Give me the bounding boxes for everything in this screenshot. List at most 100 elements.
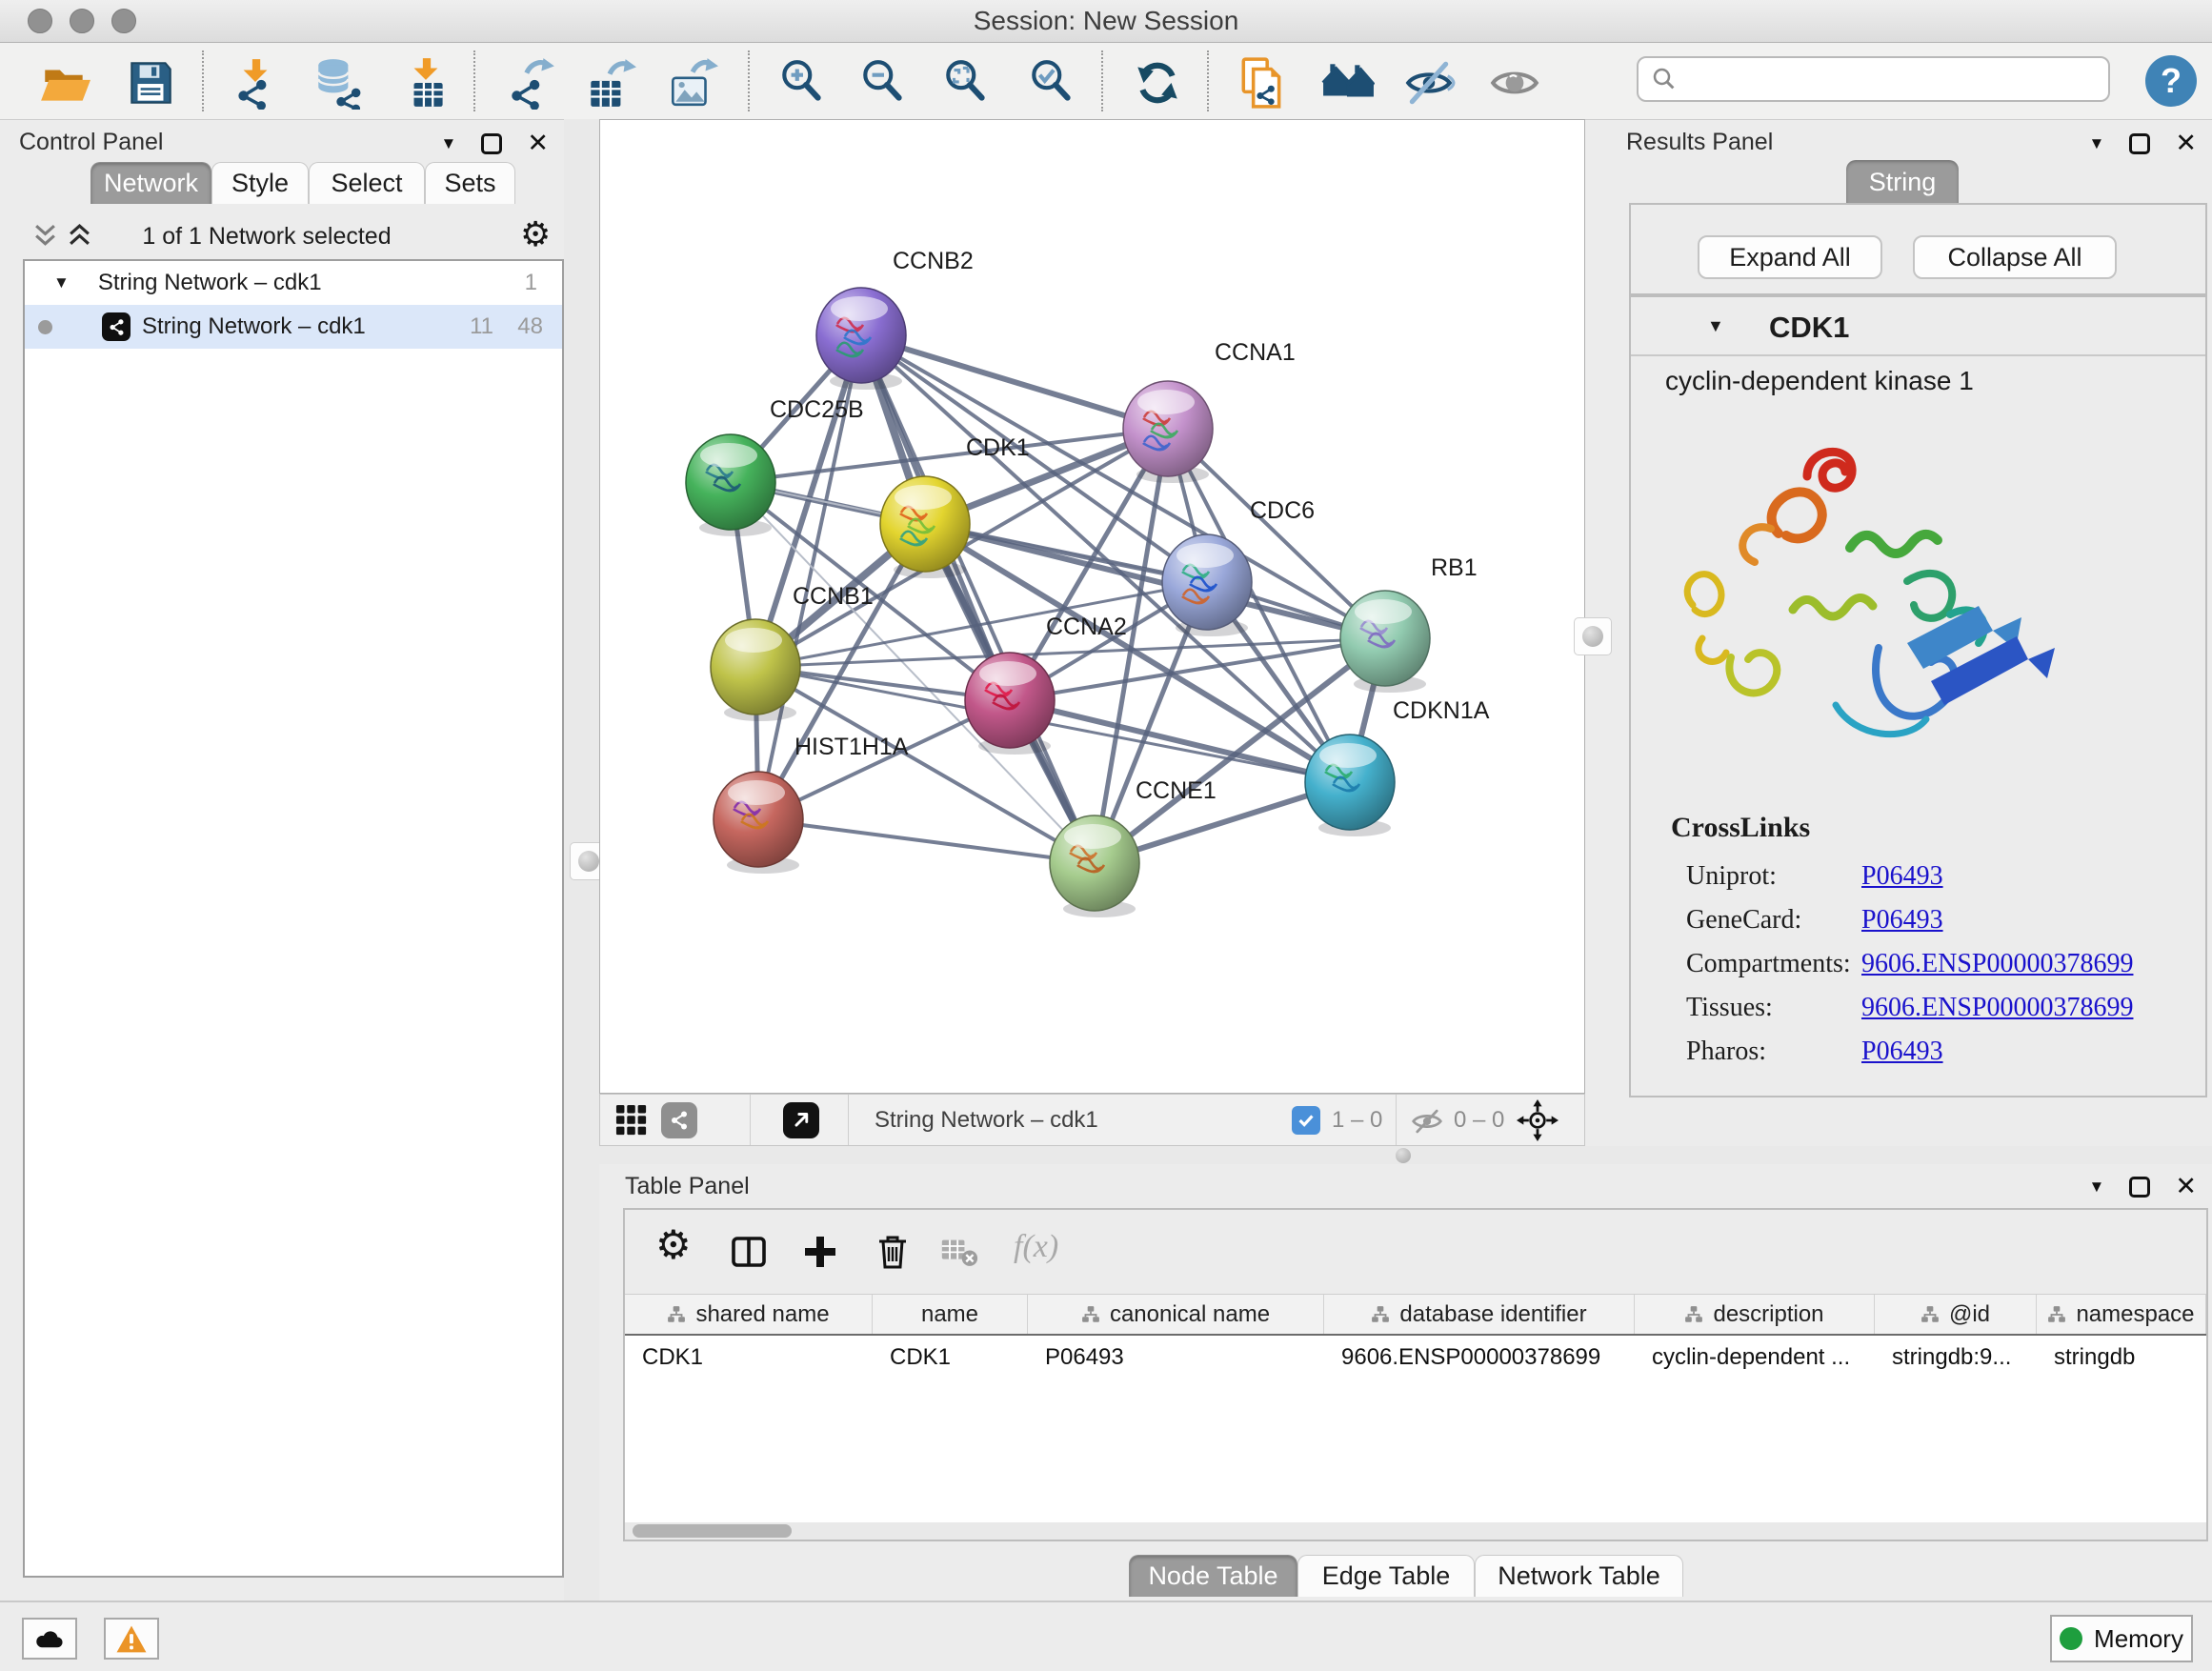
table-cell[interactable]: stringdb:9... [1875,1336,2037,1379]
crosslink-link[interactable]: P06493 [1861,861,1943,905]
panel-float-icon[interactable]: ▼ [441,135,457,151]
network-edge[interactable] [758,819,1095,863]
network-node-rb1[interactable]: RB1 [1340,554,1478,693]
table-header-shared-name[interactable]: shared name [625,1295,873,1334]
export-table-icon[interactable] [583,56,636,110]
panel-float-icon[interactable]: ▼ [2089,1178,2105,1195]
table-header-description[interactable]: description [1635,1295,1875,1334]
cloud-button[interactable] [22,1618,77,1660]
panel-maximize-icon[interactable] [481,133,502,154]
zoom-out-icon[interactable] [857,56,911,110]
protein-header-row[interactable]: ▼ CDK1 [1631,305,2205,356]
home-icon[interactable] [1321,56,1375,110]
zoom-selected-icon[interactable] [1026,56,1079,110]
hide-glasses-icon[interactable] [1402,56,1456,110]
network-node-cdkn1a[interactable]: CDKN1A [1305,697,1490,836]
zoom-fit-icon[interactable] [940,56,994,110]
crosslink-link[interactable]: 9606.ENSP00000378699 [1861,993,2133,1037]
panel-maximize-icon[interactable] [2129,1177,2150,1198]
panel-close-icon[interactable]: ✕ [2175,131,2197,156]
network-canvas[interactable]: CCNB2CCNA1CDC25BCDK1CDC6RB1CCNB1CCNA2CDK… [599,119,1585,1094]
table-cell[interactable]: P06493 [1028,1336,1324,1379]
save-session-icon[interactable] [124,56,177,110]
toolbar-separator [1101,50,1103,111]
import-network-database-icon[interactable] [312,56,365,110]
network-options-gear-icon[interactable]: ⚙ [520,218,551,252]
network-node-ccne1[interactable]: CCNE1 [1050,777,1217,917]
table-settings-gear-icon[interactable]: ⚙ [655,1225,697,1267]
panel-close-icon[interactable]: ✕ [2175,1174,2197,1199]
open-session-icon[interactable] [38,56,91,110]
show-eye-icon[interactable] [1488,56,1541,110]
expand-all-button[interactable]: Expand All [1698,235,1882,279]
search-input[interactable] [1686,65,2108,93]
tab-node-table[interactable]: Node Table [1129,1555,1297,1597]
network-selection-bar: 1 of 1 Network selected ⚙ [0,214,564,258]
table-row[interactable]: CDK1CDK1P064939606.ENSP00000378699cyclin… [625,1336,2206,1379]
toolbar-separator [748,50,750,111]
tab-edge-table[interactable]: Edge Table [1297,1555,1475,1597]
bottom-splitter-handle[interactable] [1396,1148,1411,1163]
protein-collapse-icon[interactable]: ▼ [1707,316,1724,336]
crosslink-link[interactable]: P06493 [1861,1037,1943,1080]
search-box[interactable] [1637,56,2110,102]
warning-button[interactable] [104,1618,159,1660]
fit-selected-crosshair-icon[interactable] [1517,1099,1558,1141]
crosslink-link[interactable]: P06493 [1861,905,1943,949]
network-collection-row[interactable]: ▼ String Network – cdk1 1 [25,261,562,305]
refresh-icon[interactable] [1131,56,1184,110]
help-icon[interactable]: ? [2145,55,2197,107]
export-network-icon[interactable] [505,56,558,110]
table-cell[interactable]: cyclin-dependent ... [1635,1336,1875,1379]
import-network-icon[interactable] [229,56,282,110]
crosslink-link[interactable]: 9606.ENSP00000378699 [1861,949,2133,993]
collection-expand-icon[interactable]: ▼ [53,273,70,292]
memory-button[interactable]: Memory [2050,1615,2193,1662]
create-column-icon[interactable] [799,1231,841,1273]
zoom-in-icon[interactable] [776,56,830,110]
table-panel-tabs: Node Table Edge Table Network Table [1129,1555,1683,1597]
right-splitter-handle[interactable] [1574,617,1612,655]
show-column-icon[interactable] [728,1231,770,1273]
network-view-share-icon[interactable] [661,1102,697,1138]
tab-network[interactable]: Network [90,162,211,204]
network-node-ccnb1[interactable]: CCNB1 [711,583,874,721]
hidden-eye-icon[interactable] [1408,1107,1446,1136]
panel-float-icon[interactable]: ▼ [2089,135,2105,151]
table-cell[interactable]: CDK1 [873,1336,1028,1379]
tab-select[interactable]: Select [309,162,425,204]
birds-eye-view-icon[interactable] [783,1102,819,1138]
table-cell[interactable]: 9606.ENSP00000378699 [1324,1336,1635,1379]
delete-column-icon[interactable] [872,1231,914,1273]
table-header-namespace[interactable]: namespace [2037,1295,2206,1334]
table-cell[interactable]: stringdb [2037,1336,2206,1379]
grid-view-icon[interactable] [615,1104,648,1137]
table-header-database-identifier[interactable]: database identifier [1324,1295,1635,1334]
table-header-name[interactable]: name [873,1295,1028,1334]
export-image-icon[interactable] [665,56,718,110]
network-graph[interactable]: CCNB2CCNA1CDC25BCDK1CDC6RB1CCNB1CCNA2CDK… [600,120,1584,1093]
panel-close-icon[interactable]: ✕ [527,131,549,156]
table-header-canonical-name[interactable]: canonical name [1028,1295,1324,1334]
table-cell[interactable]: CDK1 [625,1336,873,1379]
network-row-selected[interactable]: String Network – cdk1 11 48 [25,305,562,349]
tab-sets[interactable]: Sets [425,162,515,204]
selected-counts: 1 – 0 [1332,1095,1382,1145]
network-node-hist1h1a[interactable]: HIST1H1A [714,734,909,874]
network-edge[interactable] [861,335,1095,863]
tab-style[interactable]: Style [211,162,309,204]
network-node-ccna1[interactable]: CCNA1 [1123,339,1296,483]
table-header--id[interactable]: @id [1875,1295,2037,1334]
panel-maximize-icon[interactable] [2129,133,2150,154]
import-table-icon[interactable] [400,56,453,110]
protein-structure-image [1664,419,2064,764]
tab-string[interactable]: String [1846,160,1959,204]
window-title: Session: New Session [0,0,2212,42]
network-edge[interactable] [861,335,1168,429]
copy-network-icon[interactable] [1236,56,1289,110]
tab-network-table[interactable]: Network Table [1475,1555,1683,1597]
selected-checkbox-icon[interactable] [1292,1106,1320,1135]
scrollbar-thumb[interactable] [633,1524,792,1538]
table-horizontal-scrollbar[interactable] [625,1522,2206,1540]
collapse-all-button[interactable]: Collapse All [1913,235,2117,279]
